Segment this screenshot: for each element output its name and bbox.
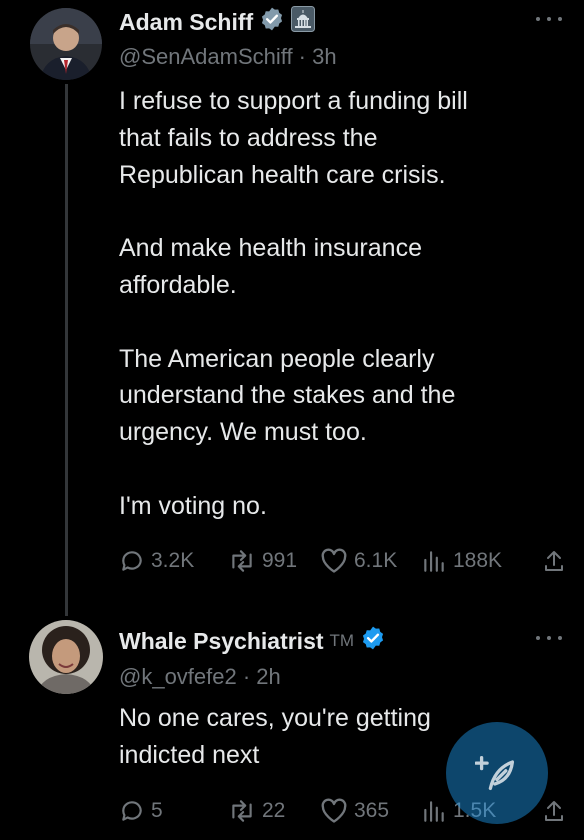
repost-button[interactable]: 991 bbox=[228, 548, 297, 574]
repost-count: 991 bbox=[262, 549, 298, 572]
verified-badge-icon bbox=[360, 625, 386, 657]
share-button[interactable] bbox=[542, 798, 566, 824]
reply-button[interactable]: 5 bbox=[119, 798, 163, 824]
compose-feather-icon bbox=[475, 755, 515, 791]
share-button[interactable] bbox=[542, 548, 566, 574]
reply-icon bbox=[122, 801, 142, 821]
share-icon bbox=[545, 551, 563, 571]
like-button[interactable]: 6.1K bbox=[320, 548, 397, 574]
reply-count: 5 bbox=[151, 799, 163, 822]
repost-icon bbox=[232, 550, 252, 572]
like-button[interactable]: 365 bbox=[320, 798, 389, 824]
like-count: 6.1K bbox=[354, 549, 398, 572]
views-button[interactable]: 188K bbox=[421, 548, 502, 574]
author-handle-time[interactable]: @k_ovfefe2 · 2h bbox=[119, 664, 281, 690]
repost-button[interactable]: 22 bbox=[228, 798, 285, 824]
tweet-actions: 3.2K 991 6.1K 188K bbox=[119, 546, 566, 576]
share-icon bbox=[545, 801, 563, 821]
government-capitol-icon bbox=[291, 6, 316, 38]
heart-icon bbox=[321, 798, 347, 823]
author-name[interactable]: Whale Psychiatrist bbox=[119, 628, 324, 655]
tweet-text: I refuse to support a funding bill that … bbox=[119, 87, 468, 520]
trademark-suffix: TM bbox=[329, 631, 355, 650]
reply-icon bbox=[122, 551, 142, 571]
avatar-photo bbox=[30, 8, 102, 80]
avatar[interactable] bbox=[29, 620, 103, 694]
repost-icon bbox=[232, 800, 252, 822]
avatar-photo bbox=[29, 620, 103, 694]
avatar[interactable] bbox=[30, 8, 102, 80]
more-options-icon[interactable] bbox=[536, 14, 562, 24]
author-handle-time[interactable]: @SenAdamSchiff · 3h bbox=[119, 44, 337, 70]
view-count: 188K bbox=[453, 549, 503, 572]
author-name-row[interactable]: Adam Schiff bbox=[119, 6, 316, 38]
compose-button[interactable] bbox=[446, 722, 548, 824]
verified-badge-icon bbox=[259, 6, 285, 38]
views-bar-chart-icon bbox=[424, 801, 444, 822]
like-count: 365 bbox=[354, 799, 390, 822]
reply-count: 3.2K bbox=[151, 549, 195, 572]
reply-button[interactable]: 3.2K bbox=[119, 548, 194, 574]
thread-line bbox=[65, 84, 68, 616]
repost-count: 22 bbox=[262, 799, 286, 822]
more-options-icon[interactable] bbox=[536, 633, 562, 643]
author-name-row[interactable]: Whale Psychiatrist TM bbox=[119, 625, 386, 657]
author-name[interactable]: Adam Schiff bbox=[119, 9, 253, 36]
heart-icon bbox=[321, 548, 347, 573]
views-bar-chart-icon bbox=[424, 551, 444, 572]
